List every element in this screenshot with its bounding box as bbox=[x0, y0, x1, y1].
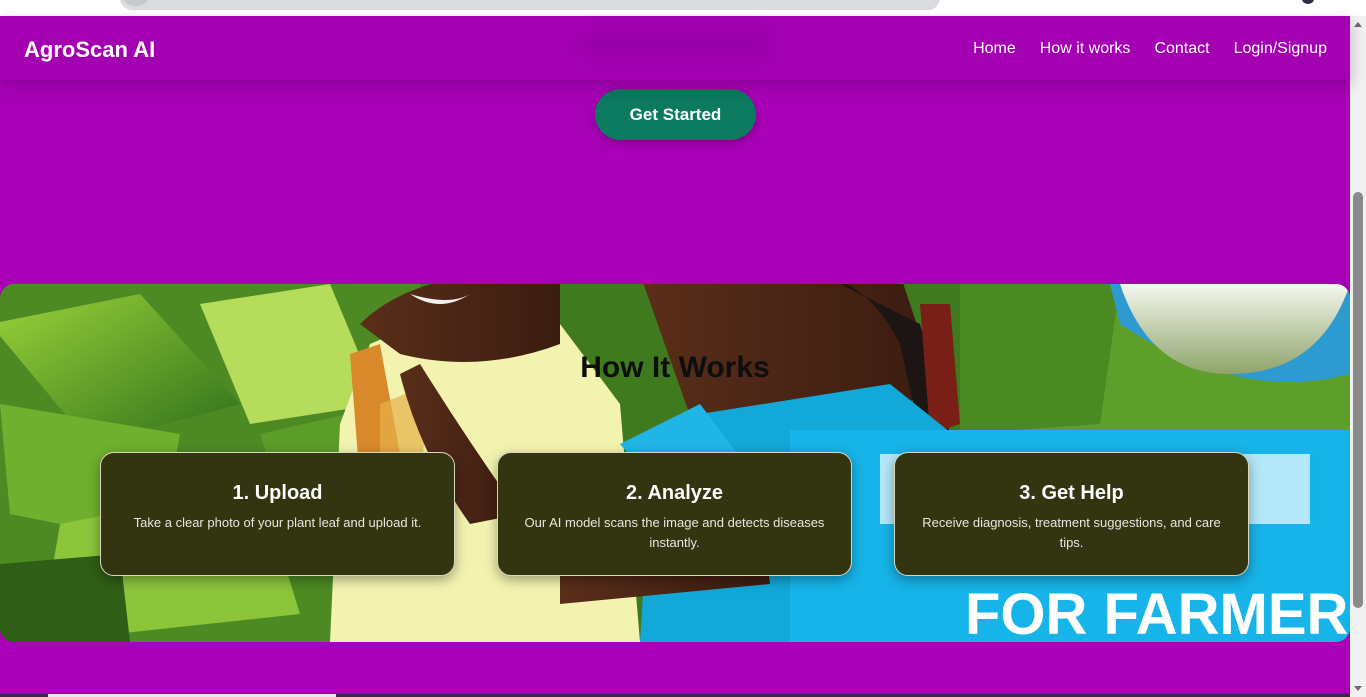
nav-link-login-signup[interactable]: Login/Signup bbox=[1234, 38, 1327, 60]
browser-address-bar[interactable] bbox=[120, 0, 940, 10]
step-card-analyze: 2. Analyze Our AI model scans the image … bbox=[497, 452, 852, 576]
how-it-works-section: FOR FARMERS How It Works 1. Upload Take … bbox=[0, 284, 1350, 642]
step-title: 3. Get Help bbox=[1019, 482, 1124, 504]
browser-top-strip bbox=[0, 0, 1366, 16]
brand-logo[interactable]: AgroScan AI bbox=[24, 36, 155, 64]
step-description: Our AI model scans the image and detects… bbox=[524, 515, 825, 550]
scroll-down-arrow-icon[interactable] bbox=[1354, 686, 1362, 691]
navbar-glow bbox=[580, 30, 770, 58]
get-started-button[interactable]: Get Started bbox=[595, 89, 756, 140]
nav-link-home[interactable]: Home bbox=[973, 38, 1016, 60]
banner-text: FOR FARMERS bbox=[965, 582, 1350, 642]
step-description: Take a clear photo of your plant leaf an… bbox=[133, 515, 422, 530]
page-scrollbar[interactable] bbox=[1350, 16, 1366, 697]
nav-link-how-it-works[interactable]: How it works bbox=[1040, 38, 1131, 60]
how-it-works-title: How It Works bbox=[580, 351, 770, 384]
step-card-get-help: 3. Get Help Receive diagnosis, treatment… bbox=[894, 452, 1249, 576]
nav-links: Home How it works Contact Login/Signup bbox=[949, 38, 1327, 60]
step-card-upload: 1. Upload Take a clear photo of your pla… bbox=[100, 452, 455, 576]
scroll-up-arrow-icon[interactable] bbox=[1354, 22, 1362, 27]
step-title: 2. Analyze bbox=[625, 482, 724, 504]
scrollbar-thumb[interactable] bbox=[1353, 192, 1363, 608]
browser-profile-icon[interactable] bbox=[1302, 0, 1314, 4]
nav-link-contact[interactable]: Contact bbox=[1154, 38, 1209, 60]
step-title: 1. Upload bbox=[232, 482, 323, 504]
navbar: AgroScan AI Home How it works Contact Lo… bbox=[0, 16, 1350, 80]
step-description: Receive diagnosis, treatment suggestions… bbox=[922, 515, 1221, 550]
